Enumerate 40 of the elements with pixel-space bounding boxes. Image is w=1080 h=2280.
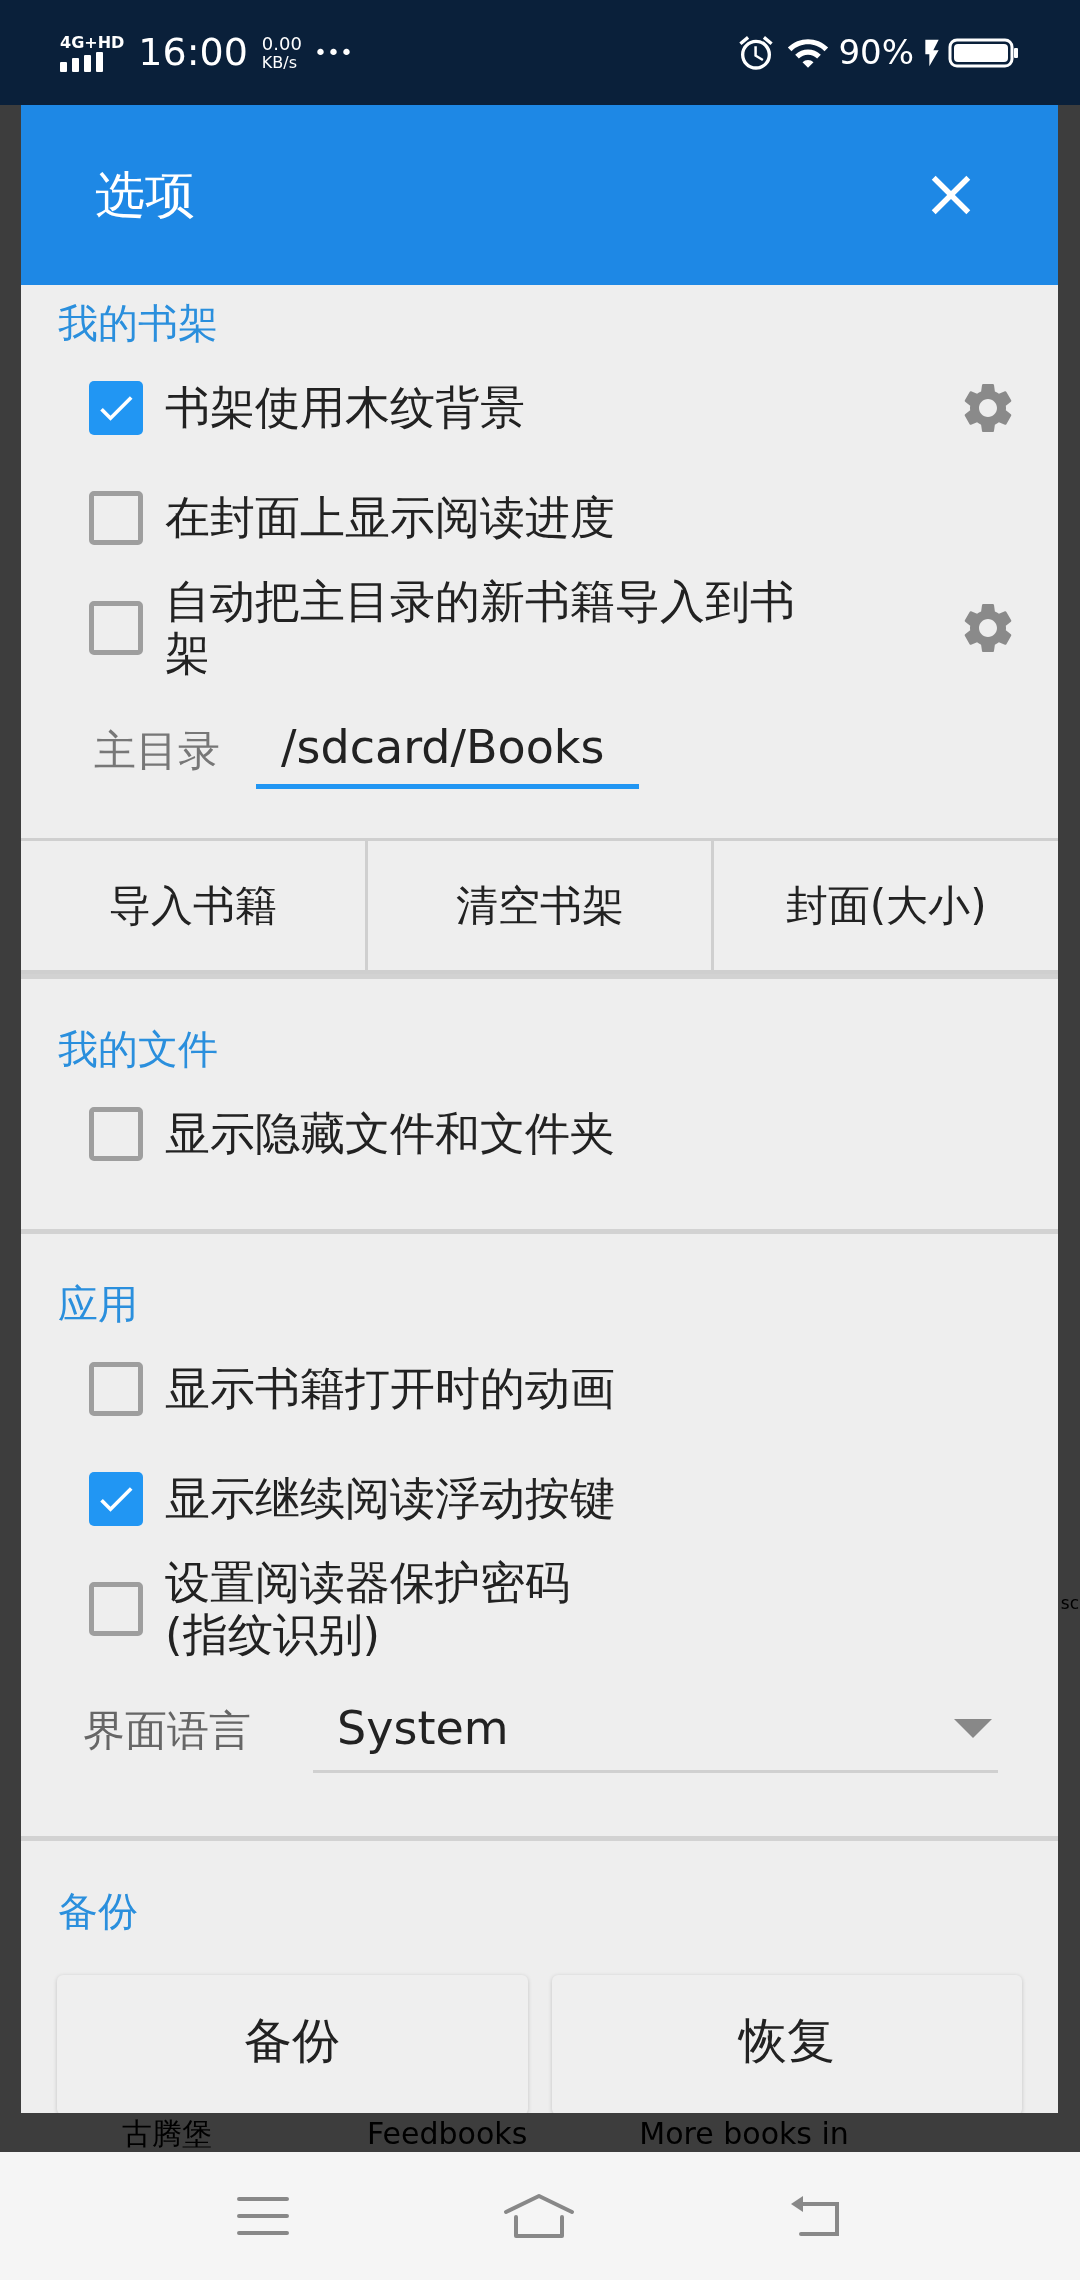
checkbox-label: 显示书籍打开时的动画: [165, 1363, 616, 1415]
background-label: Feedbooks: [367, 2119, 528, 2149]
checkbox[interactable]: [89, 381, 143, 435]
field-label: 界面语言: [83, 1704, 252, 1757]
directory-field[interactable]: /sdcard/Books: [256, 712, 639, 789]
battery-icon: [948, 37, 1020, 68]
section-title: 备份: [57, 1887, 139, 1936]
dialog-title: 选项: [95, 164, 195, 226]
menu-icon[interactable]: [237, 2196, 289, 2236]
language-dropdown[interactable]: System: [313, 1687, 998, 1773]
home-icon[interactable]: [503, 2193, 575, 2239]
background-label: 古腾堡: [122, 2119, 212, 2149]
checkbox[interactable]: [89, 1582, 143, 1636]
field-label: 主目录: [94, 725, 220, 777]
checkbox-label: 显示隐藏文件和文件夹: [165, 1108, 616, 1160]
card-button[interactable]: 恢复: [551, 1975, 1022, 2113]
card-button[interactable]: 备份: [57, 1975, 528, 2113]
checkbox-label: 设置阅读器保护密码 (指纹识别): [165, 1557, 571, 1661]
overflow-indicator: •••: [313, 39, 353, 67]
checkbox-label: 显示继续阅读浮动按键: [165, 1473, 616, 1525]
checkbox-label: 书架使用木纹背景: [165, 382, 526, 434]
battery-percent: 90%: [838, 31, 914, 74]
network-label: 4G+HD: [60, 33, 125, 52]
signal-icon: [60, 51, 104, 72]
checkbox[interactable]: [89, 601, 143, 655]
checkbox-label: 在封面上显示阅读进度: [165, 492, 616, 544]
checkbox[interactable]: [89, 1472, 143, 1526]
section-title: 应用: [57, 1280, 139, 1329]
background-label: More books in: [639, 2119, 849, 2149]
speed-value: 0.00: [261, 33, 302, 53]
section-title: 我的书架: [57, 299, 219, 348]
dropdown-arrow-icon: [954, 1719, 992, 1738]
speed-unit: KB/s: [261, 52, 299, 72]
clock: 16:00: [138, 29, 248, 76]
checkbox[interactable]: [89, 491, 143, 545]
checkbox[interactable]: [89, 1362, 143, 1416]
background-label: sc: [1060, 1595, 1079, 1612]
checkbox[interactable]: [89, 1107, 143, 1161]
section-title: 我的文件: [57, 1025, 219, 1074]
checkbox-label: 自动把主目录的新书籍导入到书架: [165, 576, 796, 680]
